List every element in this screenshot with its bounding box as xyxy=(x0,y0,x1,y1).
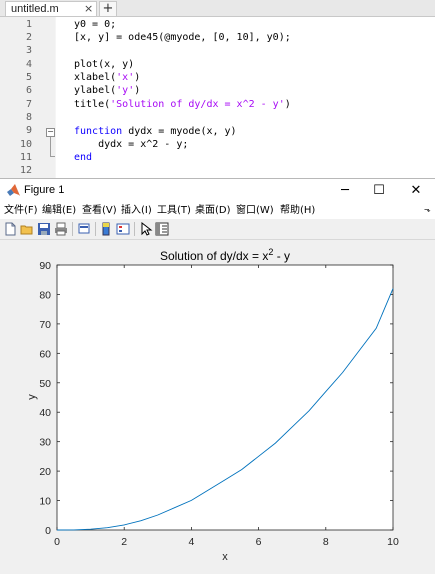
editor-tab-bar: untitled.m × + xyxy=(0,0,435,17)
code-line-11: end xyxy=(74,151,92,164)
add-tab-button[interactable]: + xyxy=(99,1,117,16)
minimize-button[interactable]: ─ xyxy=(328,179,362,202)
x-tick-label: 10 xyxy=(387,536,399,548)
line-number: 6 xyxy=(25,85,32,96)
code-line-2: [x, y] = ode45(@myode, [0, 10], y0); xyxy=(74,32,291,43)
menu-edit[interactable]: 编辑(E) xyxy=(42,204,76,217)
toolbar-separator xyxy=(72,222,73,236)
save-icon[interactable] xyxy=(37,222,51,236)
code-line-6: ylabel('y') xyxy=(74,84,140,97)
close-tab-icon[interactable]: × xyxy=(84,2,93,16)
tab-label: untitled.m xyxy=(11,3,59,15)
line-number-gutter: 1 2 3 4 5 6 7 8 9 10 11 12 xyxy=(0,17,55,178)
y-tick-label: 30 xyxy=(39,437,51,449)
line-number: 10 xyxy=(19,139,32,150)
x-tick-label: 4 xyxy=(188,536,194,548)
property-editor-icon[interactable] xyxy=(155,222,169,236)
maximize-button[interactable]: ☐ xyxy=(362,179,396,202)
code-line-9: function dydx = myode(x, y) xyxy=(74,125,237,138)
line-chart[interactable]: Solution of dy/dx = x2 - y 0 2 4 6 8 10 0 10 20… xyxy=(0,240,435,570)
x-tick-label: 8 xyxy=(323,536,329,548)
line-number: 8 xyxy=(25,112,32,123)
code-line-7: title('Solution of dy/dx = x^2 - y') xyxy=(74,98,291,111)
line-number: 11 xyxy=(19,152,32,163)
y-tick-label: 50 xyxy=(39,378,51,390)
code-string: 'Solution of dy/dx = x^2 - y' xyxy=(110,99,285,110)
y-tick-label: 0 xyxy=(45,525,51,537)
tab-untitled-m[interactable]: untitled.m × xyxy=(5,1,97,16)
window-title: Figure 1 xyxy=(24,184,65,196)
line-number: 2 xyxy=(25,32,32,43)
code-editor: untitled.m × + 1 2 3 4 5 6 7 8 9 10 11 1… xyxy=(0,0,435,178)
chart-title: Solution of dy/dx = x2 - y xyxy=(160,247,290,263)
line-number: 7 xyxy=(25,99,32,110)
x-tick-label: 0 xyxy=(54,536,60,548)
colorbar-icon[interactable] xyxy=(99,222,113,236)
menu-window[interactable]: 窗口(W) xyxy=(236,204,274,217)
axes-box xyxy=(56,264,394,531)
fold-guide-end xyxy=(50,156,55,157)
menu-tools[interactable]: 工具(T) xyxy=(157,204,191,217)
menu-desktop[interactable]: 桌面(D) xyxy=(195,204,231,217)
code-token: ) xyxy=(284,99,291,110)
menu-help[interactable]: 帮助(H) xyxy=(280,204,315,217)
chart-title-tail: - y xyxy=(273,249,290,263)
code-keyword: end xyxy=(74,152,93,163)
y-tick-label: 10 xyxy=(39,496,51,508)
toolbar-separator xyxy=(134,222,135,236)
x-tick-label: 6 xyxy=(256,536,262,548)
code-line-4: plot(x, y) xyxy=(74,59,135,70)
legend-icon[interactable] xyxy=(116,222,130,236)
code-fold-toggle[interactable]: − xyxy=(46,128,55,137)
plot-canvas[interactable]: Solution of dy/dx = x2 - y 0 2 4 6 8 10 0 10 20… xyxy=(0,240,435,570)
figure-window: Figure 1 ─ ☐ ✕ 文件(F) 编辑(E) 查看(V) 插入(I) 工… xyxy=(0,178,435,570)
figure-menu-bar: 文件(F) 编辑(E) 查看(V) 插入(I) 工具(T) 桌面(D) 窗口(W… xyxy=(0,202,435,219)
y-tick-label: 60 xyxy=(39,348,51,360)
y-tick-label: 90 xyxy=(39,260,51,272)
code-keyword: function xyxy=(74,126,123,137)
y-axis-label: y xyxy=(26,394,38,400)
menu-file[interactable]: 文件(F) xyxy=(4,204,38,217)
x-axis-label: x xyxy=(222,551,228,563)
open-file-icon[interactable] xyxy=(20,222,34,236)
line-number: 4 xyxy=(25,59,32,70)
print-icon[interactable] xyxy=(54,222,68,236)
y-tick-label: 70 xyxy=(39,319,51,331)
code-line-10: dydx = x^2 - y; xyxy=(74,139,189,150)
y-tick-label: 40 xyxy=(39,407,51,419)
fold-guide xyxy=(50,137,51,157)
code-token: dydx = myode(x, y) xyxy=(122,126,237,137)
code-token: ylabel( xyxy=(74,85,117,96)
chart-title-main: Solution of dy/dx = x xyxy=(160,249,268,263)
menu-insert[interactable]: 插入(I) xyxy=(121,204,152,217)
code-token: title( xyxy=(74,99,111,110)
code-line-5: xlabel('x') xyxy=(74,71,140,84)
pointer-icon[interactable] xyxy=(139,222,153,236)
y-tick-label: 80 xyxy=(39,289,51,301)
code-token: xlabel( xyxy=(74,72,117,83)
menu-view[interactable]: 查看(V) xyxy=(82,204,117,217)
figure-title-bar[interactable]: Figure 1 ─ ☐ ✕ xyxy=(0,179,435,202)
y-tick-label: 20 xyxy=(39,466,51,478)
line-number: 5 xyxy=(25,72,32,83)
line-number: 12 xyxy=(19,165,32,176)
line-number: 3 xyxy=(25,45,32,56)
code-line-1: y0 = 0; xyxy=(74,19,117,30)
new-figure-icon[interactable] xyxy=(3,222,17,236)
x-tick-label: 2 xyxy=(121,536,127,548)
line-number: 9 xyxy=(25,125,32,136)
toolbar-separator xyxy=(95,222,96,236)
line-number: 1 xyxy=(25,19,32,30)
close-window-button[interactable]: ✕ xyxy=(399,179,433,202)
matlab-logo-icon xyxy=(7,184,20,196)
code-token: ) xyxy=(134,85,141,96)
code-string: 'y' xyxy=(116,85,135,96)
figure-toolbar xyxy=(0,219,435,240)
menu-overflow-icon[interactable]: ⬎ xyxy=(424,205,431,214)
code-token: ) xyxy=(134,72,141,83)
code-string: 'x' xyxy=(116,72,135,83)
print-preview-icon[interactable] xyxy=(77,222,91,236)
